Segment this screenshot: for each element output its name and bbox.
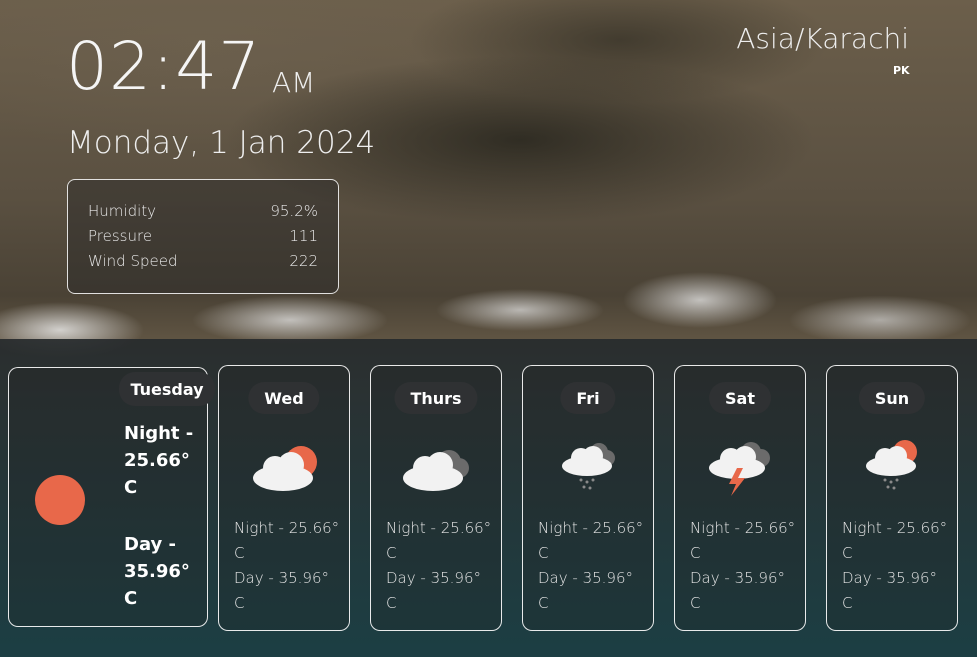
forecast-day-temp: Day - 35.96° C	[234, 569, 330, 612]
forecast-card-sat[interactable]: Sat Night - 25.66° C Day - 35.96° C	[674, 365, 806, 631]
stat-row-wind-speed: Wind Speed 222	[88, 252, 318, 274]
forecast-temps: Night - 25.66° C Day - 35.96° C	[234, 516, 344, 616]
today-day-temp: Day - 35.96° C	[124, 534, 190, 609]
forecast-day-label: Sat	[709, 382, 771, 414]
stat-label: Pressure	[88, 227, 153, 245]
forecast-temps: Night - 25.66° C Day - 35.96° C	[842, 516, 952, 616]
forecast-day-label: Thurs	[394, 382, 478, 414]
today-night-temp: Night - 25.66° C	[124, 423, 194, 498]
forecast-temps: Night - 25.66° C Day - 35.96° C	[386, 516, 496, 616]
forecast-night-temp: Night - 25.66° C	[538, 519, 644, 562]
current-stats-box: Humidity 95.2% Pressure 111 Wind Speed 2…	[67, 179, 339, 294]
rain-icon	[562, 443, 615, 490]
clock-date: Monday, 1 Jan 2024	[67, 125, 376, 161]
forecast-night-temp: Night - 25.66° C	[842, 519, 948, 562]
forecast-day-label: Fri	[560, 382, 616, 414]
today-card[interactable]: Tuesday Night - 25.66° C Day - 35.96° C	[8, 367, 215, 627]
today-day-label: Tuesday	[119, 372, 215, 406]
clock-ampm: AM	[272, 66, 316, 99]
forecast-card-sun[interactable]: Sun Night - 25.66° C Day - 35.96° C	[826, 365, 958, 631]
stat-value: 111	[289, 227, 318, 245]
forecast-card-fri[interactable]: Fri Night - 25.66° C Day - 35.96° C	[522, 365, 654, 631]
country-code: PK	[893, 64, 910, 77]
stat-row-pressure: Pressure 111	[88, 227, 318, 249]
timezone-label: Asia/Karachi	[736, 22, 909, 55]
forecast-night-temp: Night - 25.66° C	[386, 519, 492, 562]
stat-value: 222	[289, 252, 318, 270]
forecast-temps: Night - 25.66° C Day - 35.96° C	[690, 516, 800, 616]
forecast-night-temp: Night - 25.66° C	[234, 519, 340, 562]
stat-row-humidity: Humidity 95.2%	[88, 202, 318, 224]
forecast-day-label: Sun	[858, 382, 926, 414]
stat-label: Humidity	[88, 202, 157, 220]
stat-label: Wind Speed	[88, 252, 178, 270]
clock-time: 02:47	[66, 28, 262, 105]
stat-value: 95.2%	[270, 202, 318, 220]
cloudy-icon	[403, 450, 469, 491]
forecast-night-temp: Night - 25.66° C	[690, 519, 796, 562]
partly-cloudy-icon	[253, 446, 317, 491]
forecast-day-temp: Day - 35.96° C	[842, 569, 938, 612]
forecast-day-temp: Day - 35.96° C	[690, 569, 786, 612]
sun-rain-icon	[866, 440, 917, 490]
forecast-temps: Night - 25.66° C Day - 35.96° C	[538, 516, 648, 616]
forecast-day-temp: Day - 35.96° C	[386, 569, 482, 612]
thunderstorm-icon	[709, 442, 770, 496]
sun-icon	[35, 475, 85, 525]
forecast-day-label: Wed	[248, 382, 320, 414]
forecast-card-thurs[interactable]: Thurs Night - 25.66° C Day - 35.96° C	[370, 365, 502, 631]
forecast-card-wed[interactable]: Wed Night - 25.66° C Day - 35.96° C	[218, 365, 350, 631]
forecast-day-temp: Day - 35.96° C	[538, 569, 634, 612]
